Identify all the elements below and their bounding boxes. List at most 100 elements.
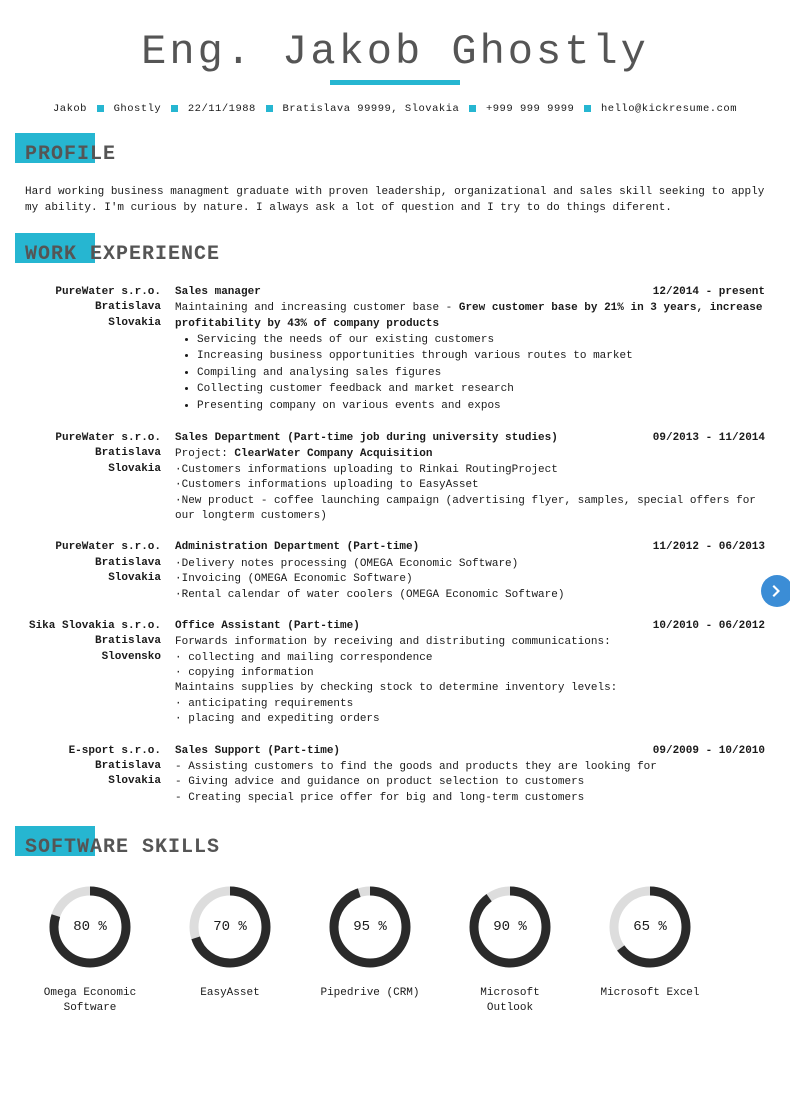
job-line: · collecting and mailing correspondence — [175, 651, 765, 666]
skills-row: 80 % Omega Economic Software 70 % EasyAsset… — [25, 884, 765, 1015]
skill-label: Omega Economic Software — [35, 986, 145, 1015]
job-line: ·Customers informations uploading to Eas… — [175, 478, 765, 493]
job-title: Sales manager — [175, 285, 261, 300]
job-line: ·Rental calendar of water coolers (OMEGA… — [175, 588, 765, 603]
company: PureWater s.r.o. — [25, 431, 161, 446]
list-item: Servicing the needs of our existing cust… — [197, 333, 765, 348]
job-details: Sales Support (Part-time) 09/2009 - 10/20… — [175, 744, 765, 807]
job-line: ·New product - coffee launching campaign… — [175, 494, 765, 525]
job-title: Sales Department (Part-time job during u… — [175, 431, 558, 446]
skill-ring: 70 % — [187, 884, 273, 970]
country: Slovensko — [25, 650, 161, 665]
section-work-title: WORK EXPERIENCE — [25, 239, 765, 271]
skill-ring: 95 % — [327, 884, 413, 970]
section-label: WORK EXPERIENCE — [25, 243, 220, 266]
first-name: Jakob — [53, 103, 87, 115]
country: Slovakia — [25, 774, 161, 789]
job-dates: 11/2012 - 06/2013 — [653, 540, 765, 555]
title-underline — [330, 80, 460, 85]
company: PureWater s.r.o. — [25, 540, 161, 555]
section-skills-title: SOFTWARE SKILLS — [25, 832, 765, 864]
skill-percent: 65 % — [607, 884, 693, 970]
skill-percent: 80 % — [47, 884, 133, 970]
company: PureWater s.r.o. — [25, 285, 161, 300]
skill-ring: 80 % — [47, 884, 133, 970]
job-title: Office Assistant (Part-time) — [175, 619, 360, 634]
job-intro: Maintaining and increasing customer base… — [175, 301, 765, 332]
skill-percent: 70 % — [187, 884, 273, 970]
job-line: Maintains supplies by checking stock to … — [175, 681, 765, 696]
job-title: Sales Support (Part-time) — [175, 744, 340, 759]
separator-icon — [469, 105, 476, 112]
skill-label: Microsoft Outlook — [455, 986, 565, 1015]
job-details: Sales Department (Part-time job during u… — [175, 431, 765, 524]
job-dates: 09/2013 - 11/2014 — [653, 431, 765, 446]
job-details: Administration Department (Part-time) 11/… — [175, 540, 765, 603]
job-line: - Creating special price offer for big a… — [175, 791, 765, 806]
job-entry: PureWater s.r.o.BratislavaSlovakiaSales … — [25, 285, 765, 415]
job-entry: PureWater s.r.o.BratislavaSlovakiaSales … — [25, 431, 765, 524]
city: Bratislava — [25, 759, 161, 774]
company: E-sport s.r.o. — [25, 744, 161, 759]
separator-icon — [97, 105, 104, 112]
job-entry: E-sport s.r.o.BratislavaSlovakia Sales Su… — [25, 744, 765, 807]
section-label: PROFILE — [25, 143, 116, 166]
city: Bratislava — [25, 556, 161, 571]
job-line: · placing and expediting orders — [175, 712, 765, 727]
skill-item: 70 % EasyAsset — [175, 884, 285, 1015]
skill-item: 95 %Pipedrive (CRM) — [315, 884, 425, 1015]
city: Bratislava — [25, 446, 161, 461]
city: Bratislava — [25, 634, 161, 649]
dob: 22/11/1988 — [188, 103, 256, 115]
separator-icon — [171, 105, 178, 112]
skill-item: 90 % Microsoft Outlook — [455, 884, 565, 1015]
job-company-block: PureWater s.r.o.BratislavaSlovakia — [25, 285, 175, 415]
last-name: Ghostly — [114, 103, 162, 115]
skill-percent: 95 % — [327, 884, 413, 970]
country: Slovakia — [25, 316, 161, 331]
job-line: ·Invoicing (OMEGA Economic Software) — [175, 572, 765, 587]
city: Bratislava — [25, 300, 161, 315]
address: Bratislava 99999, Slovakia — [282, 103, 459, 115]
country: Slovakia — [25, 462, 161, 477]
job-company-block: PureWater s.r.o.BratislavaSlovakia — [25, 431, 175, 524]
job-line: - Assisting customers to find the goods … — [175, 760, 765, 775]
list-item: Presenting company on various events and… — [197, 399, 765, 414]
job-dates: 10/2010 - 06/2012 — [653, 619, 765, 634]
list-item: Collecting customer feedback and market … — [197, 382, 765, 397]
skill-label: Microsoft Excel — [595, 986, 705, 1000]
country: Slovakia — [25, 571, 161, 586]
section-profile-title: PROFILE — [25, 139, 765, 171]
contact-line: Jakob Ghostly 22/11/1988 Bratislava 9999… — [25, 103, 765, 115]
job-line: - Giving advice and guidance on product … — [175, 775, 765, 790]
skill-label: EasyAsset — [175, 986, 285, 1000]
job-line: Forwards information by receiving and di… — [175, 635, 765, 650]
job-details: Office Assistant (Part-time) 10/2010 - 06… — [175, 619, 765, 728]
skill-ring: 65 % — [607, 884, 693, 970]
email: hello@kickresume.com — [601, 103, 737, 115]
job-entry: PureWater s.r.o.BratislavaSlovakiaAdmini… — [25, 540, 765, 603]
list-item: Compiling and analysing sales figures — [197, 366, 765, 381]
job-line: ·Delivery notes processing (OMEGA Econom… — [175, 557, 765, 572]
section-label: SOFTWARE SKILLS — [25, 836, 220, 859]
job-entry: Sika Slovakia s.r.o.BratislavaSlovenskoO… — [25, 619, 765, 728]
phone: +999 999 9999 — [486, 103, 574, 115]
job-line: ·Customers informations uploading to Rin… — [175, 463, 765, 478]
job-title: Administration Department (Part-time) — [175, 540, 419, 555]
profile-text: Hard working business managment graduate… — [25, 185, 765, 217]
skill-percent: 90 % — [467, 884, 553, 970]
job-company-block: Sika Slovakia s.r.o.BratislavaSlovensko — [25, 619, 175, 728]
skill-ring: 90 % — [467, 884, 553, 970]
job-details: Sales manager 12/2014 - presentMaintainin… — [175, 285, 765, 415]
job-dates: 12/2014 - present — [653, 285, 765, 300]
list-item: Increasing business opportunities throug… — [197, 349, 765, 364]
company: Sika Slovakia s.r.o. — [25, 619, 161, 634]
next-page-button[interactable] — [761, 575, 790, 607]
page-title: Eng. Jakob Ghostly — [25, 28, 765, 76]
chevron-right-icon — [769, 583, 785, 599]
job-company-block: PureWater s.r.o.BratislavaSlovakia — [25, 540, 175, 603]
job-dates: 09/2009 - 10/2010 — [653, 744, 765, 759]
separator-icon — [584, 105, 591, 112]
job-line: · copying information — [175, 666, 765, 681]
separator-icon — [266, 105, 273, 112]
